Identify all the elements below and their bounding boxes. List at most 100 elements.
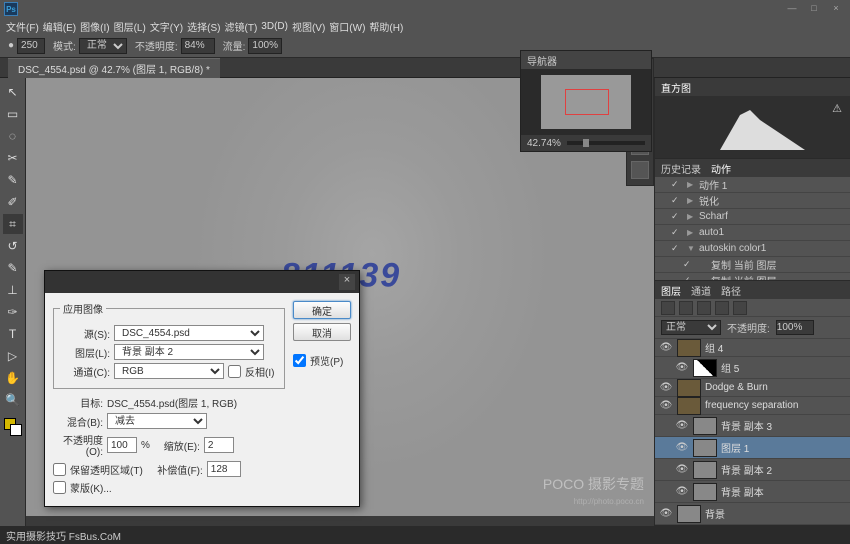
- layer-row[interactable]: 👁背景 副本: [655, 481, 850, 503]
- hand-tool[interactable]: ✋: [3, 368, 23, 388]
- healing-tool[interactable]: ✐: [3, 192, 23, 212]
- navigator-zoom[interactable]: 42.74%: [527, 138, 561, 149]
- action-row[interactable]: ✓▶动作 1: [655, 177, 850, 193]
- layer-row[interactable]: 👁背景: [655, 503, 850, 525]
- visibility-icon[interactable]: 👁: [675, 464, 689, 475]
- blend-mode-select[interactable]: 正常: [79, 38, 127, 54]
- visibility-icon[interactable]: 👁: [659, 342, 673, 353]
- panel-icon[interactable]: [631, 161, 649, 179]
- invert-checkbox[interactable]: [228, 365, 241, 378]
- preserve-checkbox[interactable]: [53, 463, 66, 476]
- filter-type-icon[interactable]: [715, 301, 729, 315]
- action-row[interactable]: ✓▶锐化: [655, 193, 850, 209]
- gradient-tool[interactable]: ⊥: [3, 280, 23, 300]
- layer-thumb[interactable]: [693, 439, 717, 457]
- move-tool[interactable]: ↖: [3, 82, 23, 102]
- ok-button[interactable]: 确定: [293, 301, 351, 319]
- visibility-icon[interactable]: 👁: [659, 382, 673, 393]
- visibility-icon[interactable]: 👁: [659, 508, 673, 519]
- navigator-viewport-rect[interactable]: [565, 89, 609, 115]
- visibility-icon[interactable]: 👁: [675, 420, 689, 431]
- layer-thumb[interactable]: [693, 461, 717, 479]
- dlg-opacity-field[interactable]: [107, 437, 137, 453]
- pen-tool[interactable]: ✑: [3, 302, 23, 322]
- layer-select[interactable]: 背景 副本 2: [114, 344, 264, 360]
- marquee-tool[interactable]: ▭: [3, 104, 23, 124]
- layer-opacity-field[interactable]: [776, 320, 814, 335]
- histogram-tab[interactable]: 直方图: [661, 80, 691, 95]
- layer-thumb[interactable]: [693, 359, 717, 377]
- history-tab[interactable]: 历史记录: [661, 161, 701, 176]
- eraser-tool[interactable]: ✎: [3, 258, 23, 278]
- channel-select[interactable]: RGB: [114, 363, 224, 379]
- menu-view[interactable]: 视图(V): [292, 19, 325, 34]
- source-select[interactable]: DSC_4554.psd: [114, 325, 264, 341]
- filter-adj-icon[interactable]: [697, 301, 711, 315]
- action-row[interactable]: ✓复制 当前 图层: [655, 273, 850, 281]
- document-tab[interactable]: DSC_4554.psd @ 42.7% (图层 1, RGB/8) *: [8, 58, 220, 78]
- menu-window[interactable]: 窗口(W): [329, 19, 365, 34]
- menu-3d[interactable]: 3D(D): [261, 21, 288, 32]
- layer-thumb[interactable]: [693, 417, 717, 435]
- type-tool[interactable]: T: [3, 324, 23, 344]
- layer-row[interactable]: 👁背景 副本 3: [655, 415, 850, 437]
- clone-tool[interactable]: ↺: [3, 236, 23, 256]
- filter-pixel-icon[interactable]: [679, 301, 693, 315]
- menu-select[interactable]: 选择(S): [187, 19, 220, 34]
- layer-row[interactable]: 👁Dodge & Burn: [655, 379, 850, 397]
- preview-checkbox[interactable]: [293, 354, 306, 367]
- layer-thumb[interactable]: [677, 339, 701, 357]
- filter-shape-icon[interactable]: [733, 301, 747, 315]
- layer-row[interactable]: 👁背景 副本 2: [655, 459, 850, 481]
- navigator-panel[interactable]: 导航器 42.74%: [520, 50, 652, 152]
- menu-file[interactable]: 文件(F): [6, 19, 39, 34]
- lasso-tool[interactable]: ◌: [3, 126, 23, 146]
- crop-tool[interactable]: ✂: [3, 148, 23, 168]
- action-row[interactable]: ✓复制 当前 图层: [655, 257, 850, 273]
- visibility-icon[interactable]: 👁: [675, 442, 689, 453]
- flow-field[interactable]: [248, 38, 282, 54]
- layer-thumb[interactable]: [677, 379, 701, 397]
- opacity-field[interactable]: [181, 38, 215, 54]
- menu-edit[interactable]: 编辑(E): [43, 19, 76, 34]
- cancel-button[interactable]: 取消: [293, 323, 351, 341]
- path-tool[interactable]: ▷: [3, 346, 23, 366]
- channels-tab[interactable]: 通道: [691, 283, 711, 298]
- navigator-zoom-slider[interactable]: [567, 141, 645, 145]
- menu-image[interactable]: 图像(I): [80, 19, 109, 34]
- layer-row[interactable]: 👁组 5: [655, 357, 850, 379]
- visibility-icon[interactable]: 👁: [675, 486, 689, 497]
- menu-help[interactable]: 帮助(H): [369, 19, 403, 34]
- mask-checkbox[interactable]: [53, 481, 66, 494]
- layer-thumb[interactable]: [693, 483, 717, 501]
- minimize-button[interactable]: —: [782, 3, 802, 15]
- eyedropper-tool[interactable]: ✎: [3, 170, 23, 190]
- layers-tab[interactable]: 图层: [661, 283, 681, 298]
- paths-tab[interactable]: 路径: [721, 283, 741, 298]
- visibility-icon[interactable]: 👁: [675, 362, 689, 373]
- action-row[interactable]: ✓▼autoskin color1: [655, 241, 850, 257]
- brush-tool[interactable]: ⌗: [3, 214, 23, 234]
- visibility-icon[interactable]: 👁: [659, 400, 673, 411]
- layer-row[interactable]: 👁组 4: [655, 339, 850, 357]
- actions-tab[interactable]: 动作: [711, 161, 731, 176]
- menu-layer[interactable]: 图层(L): [114, 19, 146, 34]
- warning-icon[interactable]: ⚠: [832, 102, 842, 115]
- maximize-button[interactable]: □: [804, 3, 824, 15]
- close-window-button[interactable]: ×: [826, 3, 846, 15]
- layer-thumb[interactable]: [677, 505, 701, 523]
- scale-field[interactable]: [204, 437, 234, 453]
- color-swatches[interactable]: [4, 418, 22, 436]
- brush-icon[interactable]: ●: [8, 40, 14, 51]
- brush-size[interactable]: [17, 38, 45, 54]
- navigator-thumb[interactable]: [541, 75, 631, 129]
- menu-filter[interactable]: 滤镜(T): [225, 19, 258, 34]
- horizontal-scrollbar[interactable]: [26, 516, 654, 526]
- offset-field[interactable]: [207, 461, 241, 477]
- layer-thumb[interactable]: [677, 397, 701, 415]
- filter-kind-icon[interactable]: [661, 301, 675, 315]
- action-row[interactable]: ✓▶auto1: [655, 225, 850, 241]
- layer-row[interactable]: 👁图层 1: [655, 437, 850, 459]
- action-row[interactable]: ✓▶Scharf: [655, 209, 850, 225]
- layer-blend-select[interactable]: 正常: [661, 320, 721, 335]
